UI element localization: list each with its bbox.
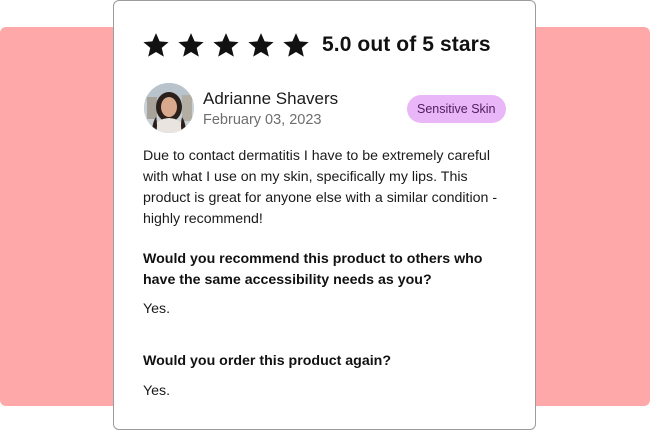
review-card: 5.0 out of 5 stars Adrianne Shavers Febr… <box>113 0 536 430</box>
question-recommend: Would you recommend this product to othe… <box>143 251 483 288</box>
star-filled-icon <box>282 31 310 59</box>
answer-recommend: Yes. <box>143 301 171 317</box>
review-body: Due to contact dermatitis I have to be e… <box>143 148 498 227</box>
star-filled-icon <box>142 31 170 59</box>
answer-reorder: Yes. <box>143 383 171 399</box>
star-rating <box>142 31 317 59</box>
star-filled-icon <box>212 31 240 59</box>
avatar <box>144 83 194 133</box>
skin-type-badge: Sensitive Skin <box>407 95 506 123</box>
reviewer-name: Adrianne Shavers <box>203 89 339 108</box>
star-filled-icon <box>177 31 205 59</box>
review-date: February 03, 2023 <box>203 112 322 128</box>
rating-text: 5.0 out of 5 stars <box>322 33 491 56</box>
star-filled-icon <box>247 31 275 59</box>
question-reorder: Would you order this product again? <box>143 353 392 369</box>
rating-row: 5.0 out of 5 stars <box>142 31 491 59</box>
